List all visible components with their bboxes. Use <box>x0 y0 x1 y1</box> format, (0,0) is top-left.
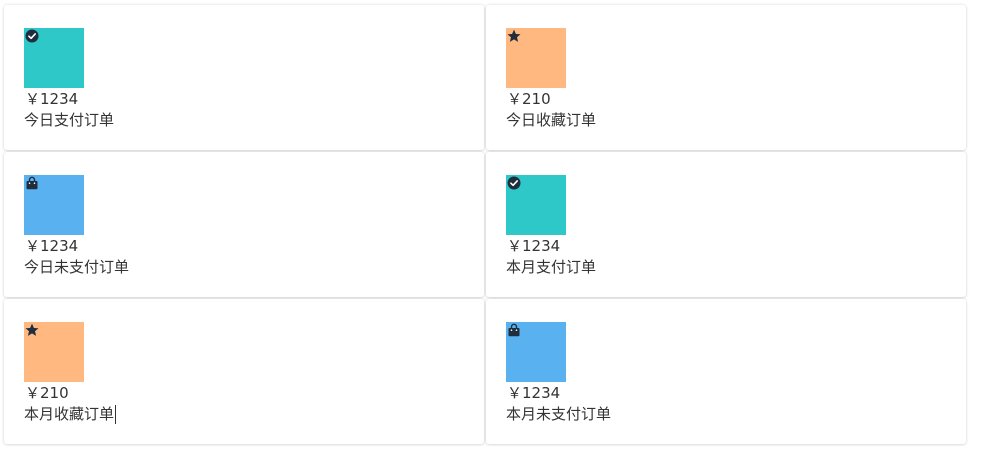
card-label: 本月未支付订单 <box>506 405 612 423</box>
star-icon <box>507 29 521 42</box>
shopping-bag-icon <box>508 323 520 337</box>
star-icon <box>25 323 39 336</box>
card-today-paid-orders[interactable]: ￥1234 今日支付订单 <box>4 5 484 150</box>
card-icon-box <box>506 322 566 382</box>
card-today-unpaid-orders[interactable]: ￥1234 今日未支付订单 <box>4 152 484 297</box>
shopping-bag-icon <box>26 176 38 190</box>
card-month-unpaid-orders[interactable]: ￥1234 本月未支付订单 <box>486 299 966 444</box>
card-label: 今日支付订单 <box>24 111 115 129</box>
card-icon-box <box>24 28 84 88</box>
card-label-text: 本月收藏订单 <box>24 405 115 423</box>
order-stats-grid: ￥1234 今日支付订单 ￥210 今日收藏订单 ￥1234 今日未支付订单 ￥… <box>4 5 966 444</box>
card-label: 今日收藏订单 <box>506 111 597 129</box>
card-value: ￥1234 <box>507 237 561 255</box>
check-circle-icon <box>507 176 521 190</box>
card-value: ￥210 <box>25 384 69 402</box>
card-month-favorite-orders[interactable]: ￥210 本月收藏订单 <box>4 299 484 444</box>
card-icon-box <box>24 322 84 382</box>
card-value: ￥1234 <box>507 384 561 402</box>
card-label: 本月支付订单 <box>506 258 597 276</box>
card-month-paid-orders[interactable]: ￥1234 本月支付订单 <box>486 152 966 297</box>
card-label: 今日未支付订单 <box>24 258 130 276</box>
check-circle-icon <box>25 29 39 43</box>
card-today-favorite-orders[interactable]: ￥210 今日收藏订单 <box>486 5 966 150</box>
card-value: ￥1234 <box>25 90 79 108</box>
card-value: ￥1234 <box>25 237 79 255</box>
card-icon-box <box>506 175 566 235</box>
card-icon-box <box>24 175 84 235</box>
card-label-with-caret: 本月收藏订单 <box>24 405 117 424</box>
card-icon-box <box>506 28 566 88</box>
text-cursor <box>115 405 117 424</box>
card-value: ￥210 <box>507 90 551 108</box>
